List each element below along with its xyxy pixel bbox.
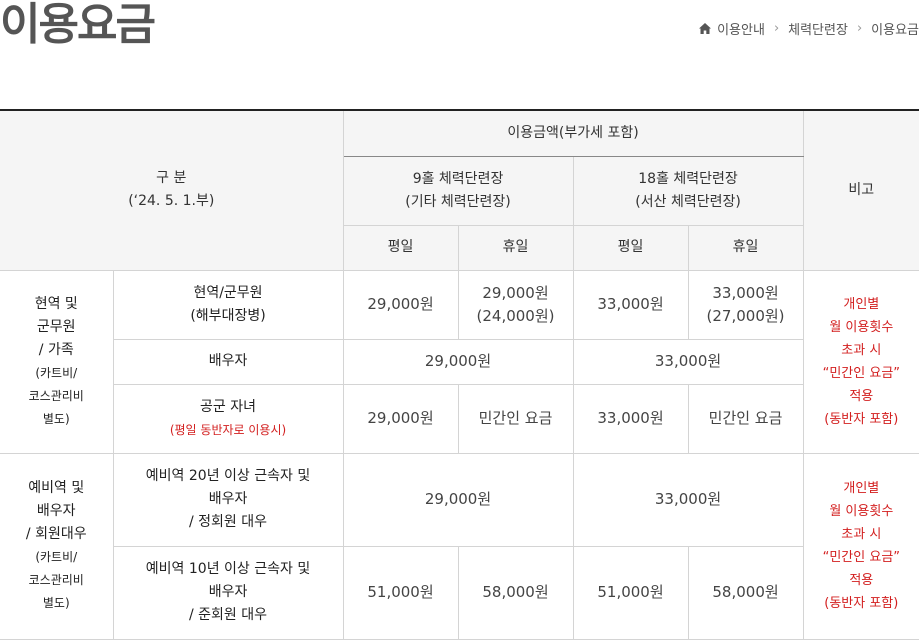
header-holiday-9: 휴일 <box>457 224 574 271</box>
price-cell: 33,000원 (27,000원) <box>687 269 804 340</box>
header-holiday-18: 휴일 <box>687 224 804 271</box>
price-cell: 민간인 요금 <box>687 383 804 454</box>
sub-spouse: 배우자 <box>113 338 344 385</box>
price-cell: 33,000원 <box>572 338 804 385</box>
price-cell: 29,000원 (24,000원) <box>457 269 574 340</box>
chevron-right-icon: › <box>856 21 863 36</box>
home-icon[interactable] <box>699 23 712 34</box>
header-category: 구 분 (‘24. 5. 1.부) <box>0 110 344 271</box>
header-course18: 18홀 체력단련장 (서산 체력단련장) <box>572 155 804 226</box>
header-course9-sub: (기타 체력단련장) <box>405 193 511 210</box>
table-row: 예비역 및 배우자 / 회원대우 (카트비/ 코스관리비 별도) 예비역 20년… <box>0 452 920 640</box>
header-weekday-9: 평일 <box>343 224 459 271</box>
price-cell: 33,000원 <box>572 383 689 454</box>
header-fee-group: 이용금액(부가세 포함) <box>342 110 804 157</box>
header-category-label: 구 분 <box>156 170 187 187</box>
note-group2: 개인별 월 이용횟수 초과 시 “민간인 요금” 적용 (동반자 포함) <box>802 452 920 640</box>
chevron-right-icon: › <box>773 21 780 36</box>
price-cell: 29,000원 <box>342 338 574 385</box>
sub-airforce-child: 공군 자녀 (평일 동반자로 이용시) <box>113 383 344 454</box>
table-row: 공군 자녀 (평일 동반자로 이용시) 29,000원 민간인 요금 33,00… <box>0 383 919 454</box>
breadcrumb-item-guide[interactable]: 이용안내 <box>717 19 765 38</box>
breadcrumb-item-gym[interactable]: 체력단련장 <box>788 19 848 38</box>
price-cell: 58,000원 <box>457 545 574 640</box>
breadcrumb-item-fee[interactable]: 이용요금 <box>871 19 919 38</box>
header-course18-sub: (서산 체력단련장) <box>635 193 741 210</box>
price-cell: 58,000원 <box>687 545 804 640</box>
breadcrumb: 이용안내 › 체력단련장 › 이용요금 <box>699 19 919 38</box>
table-row: 배우자 29,000원 33,000원 <box>0 338 919 385</box>
sub-active-civilian: 현역/군무원 (해부대장병) <box>112 269 344 340</box>
price-cell: 민간인 요금 <box>457 383 574 454</box>
price-cell: 51,000원 <box>572 545 689 640</box>
price-cell: 29,000원 <box>342 269 459 340</box>
price-cell: 33,000원 <box>572 269 689 340</box>
price-cell: 51,000원 <box>342 545 459 640</box>
table-row: 현역 및 군무원 / 가족 (카트비/ 코스관리비 별도) 현역/군무원 (해부… <box>0 269 920 454</box>
price-cell: 29,000원 <box>342 452 574 547</box>
note-group1: 개인별 월 이용횟수 초과 시 “민간인 요금” 적용 (동반자 포함) <box>802 269 920 454</box>
category-reserve: 예비역 및 배우자 / 회원대우 (카트비/ 코스관리비 별도) <box>0 452 114 640</box>
header-category-date: (‘24. 5. 1.부) <box>128 193 215 210</box>
header-note: 비고 <box>802 110 920 271</box>
header-weekday-18: 평일 <box>572 224 689 271</box>
page-title: 이용요금 <box>0 0 156 50</box>
fee-table: 구 분 (‘24. 5. 1.부) 이용금액(부가세 포함) 비고 9홀 체력단… <box>0 109 920 640</box>
price-cell: 29,000원 <box>342 383 459 454</box>
header-course9: 9홀 체력단련장 (기타 체력단련장) <box>343 155 574 226</box>
table-row: 예비역 10년 이상 근속자 및 배우자 / 준회원 대우 51,000원 58… <box>0 545 919 640</box>
sub-reserve-10y: 예비역 10년 이상 근속자 및 배우자 / 준회원 대우 <box>113 545 344 640</box>
sub-reserve-20y: 예비역 20년 이상 근속자 및 배우자 / 정회원 대우 <box>112 452 344 547</box>
header-course9-label: 9홀 체력단련장 <box>412 170 504 187</box>
category-active-duty: 현역 및 군무원 / 가족 (카트비/ 코스관리비 별도) <box>0 269 114 454</box>
price-cell: 33,000원 <box>572 452 804 547</box>
header-course18-label: 18홀 체력단련장 <box>638 170 738 187</box>
